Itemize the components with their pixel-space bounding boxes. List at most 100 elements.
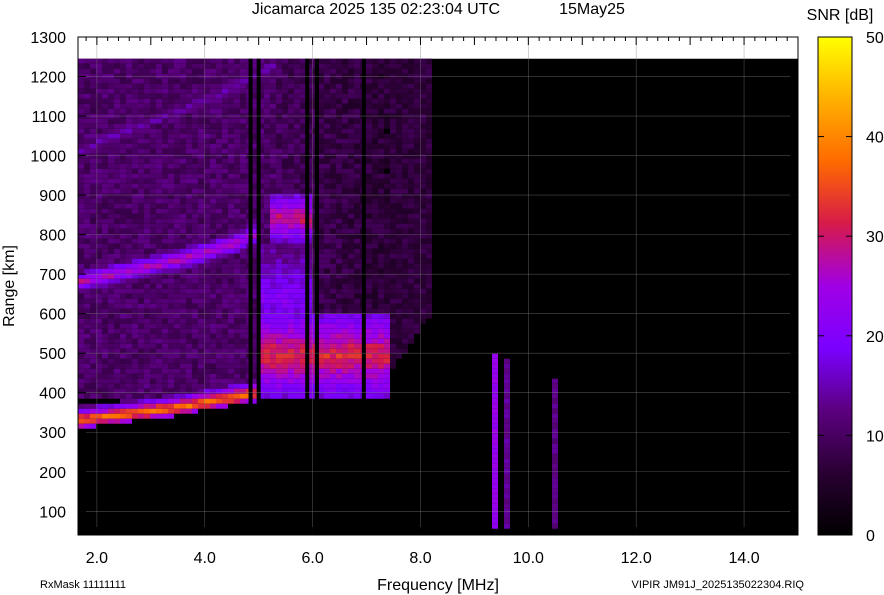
heatmap-cell xyxy=(396,268,402,274)
heatmap-cell xyxy=(162,328,168,334)
heatmap-cell xyxy=(210,138,216,144)
heatmap-cell xyxy=(300,208,306,214)
heatmap-cell xyxy=(378,93,384,99)
heatmap-cell xyxy=(264,223,270,229)
heatmap-cell xyxy=(228,288,234,294)
heatmap-cell xyxy=(144,163,150,169)
heatmap-cell xyxy=(192,393,198,399)
heatmap-cell xyxy=(108,203,114,209)
heatmap-cell xyxy=(270,353,276,359)
heatmap-cell xyxy=(330,298,336,304)
heatmap-cell xyxy=(186,238,192,244)
heatmap-cell xyxy=(228,208,234,214)
heatmap-cell xyxy=(300,358,306,364)
heatmap-cell xyxy=(390,153,396,159)
heatmap-cell xyxy=(348,178,354,184)
heatmap-cell xyxy=(276,268,282,274)
heatmap-cell xyxy=(192,158,198,164)
heatmap-cell xyxy=(276,248,282,254)
heatmap-cell xyxy=(348,373,354,379)
heatmap-cell xyxy=(102,123,108,129)
heatmap-cell xyxy=(132,128,138,134)
heatmap-cell xyxy=(186,143,192,149)
heatmap-cell xyxy=(144,183,150,189)
heatmap-cell xyxy=(426,178,432,184)
heatmap-cell xyxy=(192,258,198,264)
heatmap-cell xyxy=(504,438,510,444)
heatmap-cell xyxy=(156,208,162,214)
heatmap-cell xyxy=(504,373,510,379)
heatmap-cell xyxy=(216,378,222,384)
heatmap-cell xyxy=(90,253,96,259)
heatmap-cell xyxy=(114,178,120,184)
heatmap-cell xyxy=(366,308,372,314)
heatmap-cell xyxy=(168,208,174,214)
heatmap-cell xyxy=(228,153,234,159)
heatmap-cell xyxy=(354,163,360,169)
heatmap-cell xyxy=(366,298,372,304)
heatmap-cell xyxy=(378,288,384,294)
heatmap-cell xyxy=(108,168,114,174)
heatmap-cell xyxy=(396,248,402,254)
heatmap-cell xyxy=(348,263,354,269)
heatmap-cell xyxy=(288,143,294,149)
heatmap-cell xyxy=(366,393,372,399)
heatmap-cell xyxy=(384,308,390,314)
heatmap-cell xyxy=(216,258,222,264)
heatmap-cell xyxy=(414,183,420,189)
heatmap-cell xyxy=(402,128,408,134)
heatmap-cell xyxy=(108,393,114,399)
heatmap-cell xyxy=(390,218,396,224)
heatmap-cell xyxy=(240,358,246,364)
heatmap-cell xyxy=(396,228,402,234)
heatmap-cell xyxy=(408,288,414,294)
heatmap-cell xyxy=(366,148,372,154)
colorbar-tick-label: 10 xyxy=(866,428,884,445)
heatmap-cell xyxy=(150,108,156,114)
heatmap-cell xyxy=(366,323,372,329)
heatmap-cell xyxy=(288,318,294,324)
heatmap-cell xyxy=(336,238,342,244)
heatmap-cell xyxy=(234,153,240,159)
heatmap-cell xyxy=(282,178,288,184)
heatmap-cell xyxy=(216,273,222,279)
heatmap-cell xyxy=(210,188,216,194)
heatmap-cell xyxy=(294,223,300,229)
heatmap-cell xyxy=(126,78,132,84)
heatmap-cell xyxy=(186,193,192,199)
heatmap-cell xyxy=(84,353,90,359)
heatmap-cell xyxy=(132,358,138,364)
heatmap-cell xyxy=(378,188,384,194)
heatmap-cell xyxy=(198,278,204,284)
heatmap-cell xyxy=(420,278,426,284)
heatmap-cell xyxy=(492,448,498,454)
heatmap-cell xyxy=(396,328,402,334)
heatmap-cell xyxy=(132,83,138,89)
heatmap-cell xyxy=(342,308,348,314)
heatmap-cell xyxy=(390,273,396,279)
heatmap-cell xyxy=(90,313,96,319)
heatmap-cell xyxy=(348,163,354,169)
heatmap-cell xyxy=(552,408,558,414)
heatmap-cell xyxy=(168,133,174,139)
heatmap-cell xyxy=(144,143,150,149)
heatmap-cell xyxy=(276,213,282,219)
heatmap-cell xyxy=(168,213,174,219)
heatmap-cell xyxy=(390,193,396,199)
heatmap-cell xyxy=(186,278,192,284)
heatmap-cell xyxy=(180,178,186,184)
heatmap-cell xyxy=(228,328,234,334)
heatmap-cell xyxy=(126,393,132,399)
heatmap-cell xyxy=(156,328,162,334)
heatmap-cell xyxy=(348,98,354,104)
heatmap-cell xyxy=(114,283,120,289)
heatmap-cell xyxy=(234,398,240,404)
heatmap-cell xyxy=(384,88,390,94)
heatmap-cell xyxy=(174,253,180,259)
heatmap-cell xyxy=(366,263,372,269)
heatmap-cell xyxy=(384,393,390,399)
heatmap-cell xyxy=(276,103,282,109)
heatmap-cell xyxy=(240,128,246,134)
heatmap-cell xyxy=(138,218,144,224)
heatmap-cell xyxy=(108,178,114,184)
